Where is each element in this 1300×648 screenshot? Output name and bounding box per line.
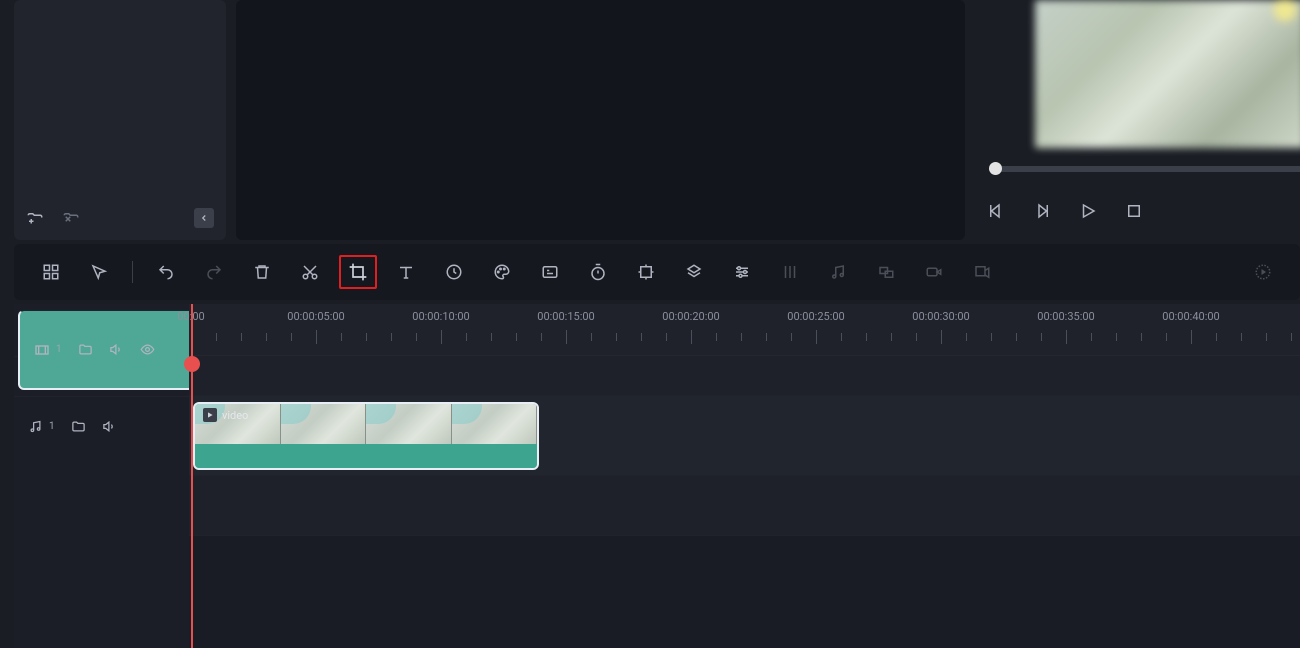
undo-button[interactable]	[147, 255, 185, 289]
folder-icon[interactable]	[78, 342, 93, 357]
preview-scrubber[interactable]	[989, 166, 1300, 172]
record-button[interactable]	[915, 255, 953, 289]
next-frame-button[interactable]	[1033, 202, 1051, 220]
remove-folder-icon[interactable]	[62, 210, 80, 228]
pointer-icon[interactable]	[80, 255, 118, 289]
motion-track-button[interactable]	[867, 255, 905, 289]
eye-icon[interactable]	[140, 342, 155, 357]
track-row[interactable]: video	[189, 396, 1300, 476]
cut-button[interactable]	[291, 255, 329, 289]
timeline-toolbar	[14, 244, 1300, 300]
ruler-label: 00:00:15:00	[537, 310, 594, 323]
video-clip[interactable]: video	[193, 402, 539, 470]
redo-button[interactable]	[195, 255, 233, 289]
mute-icon[interactable]	[102, 419, 117, 434]
audio-track-icon	[28, 419, 43, 434]
folder-icon[interactable]	[71, 419, 86, 434]
speed-button[interactable]	[435, 255, 473, 289]
export-frame-button[interactable]	[963, 255, 1001, 289]
ruler-label: 00:00:35:00	[1037, 310, 1094, 323]
mute-icon[interactable]	[109, 342, 124, 357]
ruler-label: 00:00:05:00	[287, 310, 344, 323]
ruler-label: 00:00:40:00	[1162, 310, 1219, 323]
preview-panel	[975, 0, 1300, 240]
delete-button[interactable]	[243, 255, 281, 289]
scrubber-handle[interactable]	[989, 162, 1002, 175]
collapse-panel-button[interactable]	[194, 208, 214, 228]
track-headers: 2 1	[14, 304, 189, 648]
adjust-button[interactable]	[723, 255, 761, 289]
crop-button[interactable]	[339, 255, 377, 289]
timeline-ruler[interactable]: 00:0000:00:05:0000:00:10:0000:00:15:0000…	[189, 304, 1300, 356]
media-library-panel	[14, 0, 226, 240]
ruler-label: 00:00:10:00	[412, 310, 469, 323]
prev-frame-button[interactable]	[987, 202, 1005, 220]
ruler-label: 00:00:25:00	[787, 310, 844, 323]
new-folder-icon[interactable]	[26, 210, 44, 228]
timeline: 2 1	[14, 304, 1300, 648]
video-track-icon	[34, 342, 50, 358]
audio-beat-button[interactable]	[819, 255, 857, 289]
ruler-label: 00:00:20:00	[662, 310, 719, 323]
stop-button[interactable]	[1125, 202, 1143, 220]
keyframe-button[interactable]	[627, 255, 665, 289]
text-button[interactable]	[387, 255, 425, 289]
track-row[interactable]	[189, 476, 1300, 536]
play-button[interactable]	[1079, 202, 1097, 220]
preview-video	[1035, 0, 1300, 148]
track-row[interactable]	[189, 356, 1300, 396]
ruler-label: 00:00:30:00	[912, 310, 969, 323]
editor-canvas	[236, 0, 965, 240]
clip-label: video	[222, 409, 248, 422]
toolbar-divider	[132, 261, 133, 283]
mixer-button[interactable]	[771, 255, 809, 289]
color-button[interactable]	[483, 255, 521, 289]
play-badge-icon	[203, 408, 217, 422]
timeline-tracks[interactable]: 00:0000:00:05:0000:00:10:0000:00:15:0000…	[189, 304, 1300, 648]
playhead[interactable]	[191, 304, 193, 648]
subtitle-button[interactable]	[531, 255, 569, 289]
mask-button[interactable]	[675, 255, 713, 289]
render-button[interactable]	[1244, 255, 1282, 289]
track-number: 1	[56, 344, 62, 355]
track-number: 1	[49, 421, 55, 432]
app-grid-icon[interactable]	[32, 255, 70, 289]
timer-button[interactable]	[579, 255, 617, 289]
